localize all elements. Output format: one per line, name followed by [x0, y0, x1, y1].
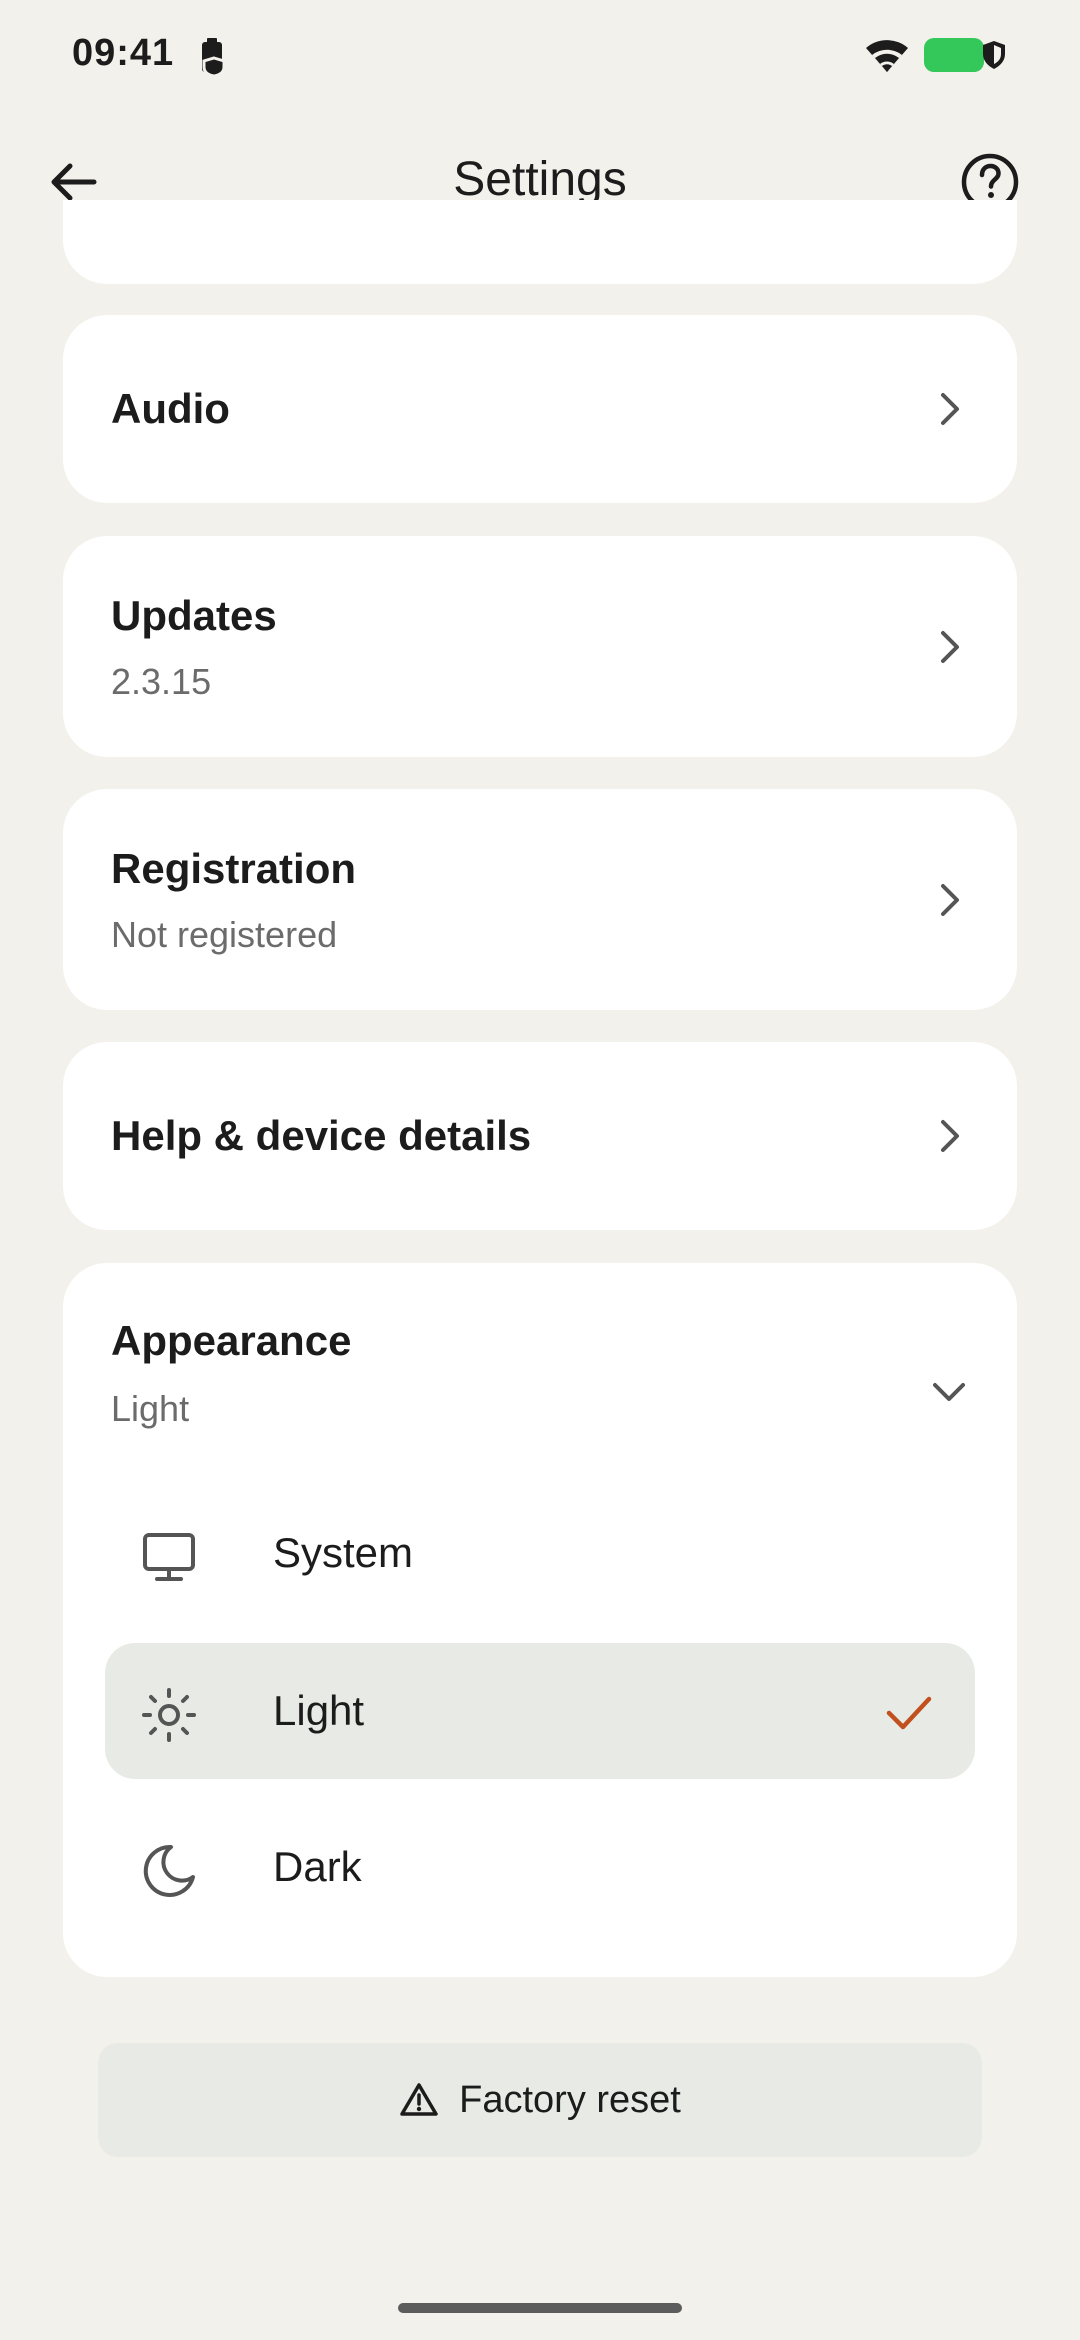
battery-saver-icon: [194, 36, 230, 76]
audio-item[interactable]: Audio: [63, 315, 1017, 503]
status-time: 09:41: [72, 32, 175, 74]
factory-reset-label: Factory reset: [459, 2078, 681, 2121]
monitor-icon: [143, 1533, 195, 1581]
appearance-option-light[interactable]: Light: [105, 1643, 975, 1779]
chevron-right-icon: [941, 1120, 959, 1152]
appearance-option-dark[interactable]: Dark: [105, 1799, 975, 1935]
factory-reset-button[interactable]: Factory reset: [98, 2043, 982, 2157]
warning-icon: [400, 2083, 438, 2116]
appearance-header[interactable]: Appearance Light: [63, 1263, 1017, 1443]
partial-card: [63, 200, 1017, 284]
help-device-details-title: Help & device details: [111, 1112, 532, 1159]
chevron-right-icon: [941, 631, 959, 663]
wifi-icon: [862, 36, 912, 76]
help-device-details-item[interactable]: Help & device details: [63, 1042, 1017, 1230]
updates-title: Updates: [111, 592, 277, 639]
home-indicator[interactable]: [398, 2303, 682, 2313]
updates-version: 2.3.15: [111, 661, 212, 702]
moon-icon: [143, 1844, 195, 1897]
chevron-right-icon: [941, 884, 959, 916]
updates-item[interactable]: Updates 2.3.15: [63, 536, 1017, 757]
audio-title: Audio: [111, 385, 230, 432]
appearance-title: Appearance: [111, 1317, 352, 1364]
battery-icon: [924, 38, 990, 72]
option-label-dark: Dark: [273, 1843, 362, 1890]
option-label-system: System: [273, 1529, 414, 1576]
sun-icon: [142, 1688, 196, 1742]
registration-status: Not registered: [111, 914, 338, 955]
chevron-down-icon: [933, 1383, 965, 1401]
appearance-current: Light: [111, 1388, 190, 1429]
registration-title: Registration: [111, 845, 357, 892]
option-label-light: Light: [273, 1687, 365, 1734]
checkmark-icon: [886, 1696, 932, 1730]
chevron-right-icon: [941, 393, 959, 425]
appearance-section: Appearance Light System Light Dark: [63, 1263, 1017, 1977]
shield-icon: [982, 40, 1006, 70]
registration-item[interactable]: Registration Not registered: [63, 789, 1017, 1010]
appearance-option-system[interactable]: System: [105, 1485, 975, 1621]
